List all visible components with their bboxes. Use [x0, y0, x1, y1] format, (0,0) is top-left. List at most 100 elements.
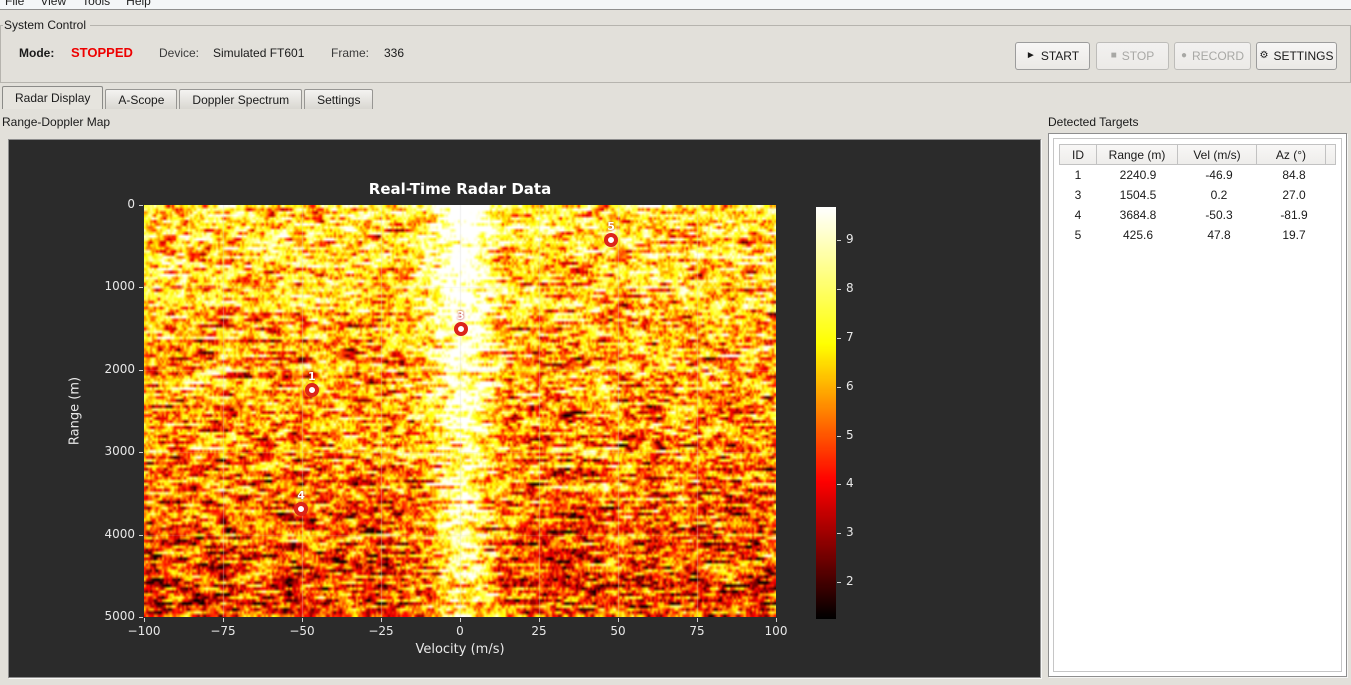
menu-item-file[interactable]: File — [5, 0, 24, 8]
x-tick-label: −25 — [368, 624, 394, 638]
colorbar-tick-label: 4 — [846, 476, 854, 491]
cell: 4 — [1074, 208, 1082, 222]
menu-item-view[interactable]: View — [40, 0, 66, 8]
cell: 5 — [1074, 228, 1082, 242]
y-tick-label: 2000 — [104, 361, 135, 376]
targets-table-header: ID Range (m) Vel (m/s) Az (°) — [1059, 144, 1336, 165]
mode-label: Mode: — [19, 46, 55, 60]
play-icon: ► — [1025, 50, 1036, 61]
tab-bar: Radar Display A-Scope Doppler Spectrum Sett… — [2, 86, 375, 109]
menu-item-help[interactable]: Help — [126, 0, 151, 8]
cell: 19.7 — [1282, 228, 1306, 242]
cell: 47.8 — [1207, 228, 1231, 242]
targets-table-body: 1 2240.9 -46.9 84.8 3 1504.5 0.2 27.0 4 3684.8 -50… — [1059, 165, 1336, 245]
record-button[interactable]: ● RECORD — [1174, 42, 1251, 70]
cell: 1504.5 — [1119, 188, 1157, 202]
target-marker-1 — [304, 382, 319, 397]
cell: 2240.9 — [1119, 168, 1157, 182]
target-marker-label: 1 — [307, 369, 316, 383]
x-tick-label: 50 — [610, 624, 626, 638]
x-tick-mark — [381, 618, 382, 622]
range-doppler-plot-panel: Real-Time Radar Data Range (m) Velocity … — [8, 139, 1041, 678]
x-tick-mark — [460, 618, 461, 622]
x-tick-label: 75 — [689, 624, 705, 638]
x-tick-label: 0 — [456, 624, 464, 638]
tab-a-scope[interactable]: A-Scope — [105, 89, 178, 109]
tab-radar-display[interactable]: Radar Display — [2, 86, 104, 109]
colorbar-tick-mark — [837, 533, 841, 535]
table-row-target-5[interactable]: 5 425.6 47.8 19.7 — [1059, 225, 1336, 245]
y-tick-label: 4000 — [104, 526, 135, 541]
colorbar-tick-label: 5 — [846, 427, 854, 442]
settings-button[interactable]: ⚙ SETTINGS — [1256, 42, 1337, 70]
menu-bar: File View Tools Help — [0, 0, 1351, 10]
colorbar-tick-label: 7 — [846, 329, 854, 344]
x-tick-mark — [144, 618, 145, 622]
range-doppler-map-label: Range-Doppler Map — [2, 115, 111, 129]
stop-button-label: STOP — [1121, 49, 1155, 63]
cell: 425.6 — [1122, 228, 1154, 242]
y-tick-label: 3000 — [104, 444, 135, 459]
heatmap-plot-area: 1 3 4 5 — [144, 205, 776, 617]
cell: 1 — [1074, 168, 1082, 182]
tab-settings[interactable]: Settings — [304, 89, 374, 109]
table-row-target-1[interactable]: 1 2240.9 -46.9 84.8 — [1059, 165, 1336, 185]
colorbar-tick-mark — [837, 239, 841, 241]
system-control-label: System Control — [3, 18, 91, 32]
colorbar-tick-mark — [837, 484, 841, 486]
y-tick-mark — [139, 287, 143, 289]
record-button-label: RECORD — [1192, 49, 1245, 63]
column-header-c1[interactable]: Range (m) — [1096, 144, 1178, 165]
column-header-c2[interactable]: Vel (m/s) — [1177, 144, 1257, 165]
colorbar-tick-label: 2 — [846, 574, 854, 589]
range-doppler-heatmap — [144, 205, 776, 617]
colorbar-tick-mark — [837, 386, 841, 388]
targets-table-frame: ID Range (m) Vel (m/s) Az (°) 1 2240.9 -46.9 8… — [1053, 138, 1342, 672]
colorbar-tick-label: 8 — [846, 280, 854, 295]
tab-doppler-spectrum[interactable]: Doppler Spectrum — [179, 89, 303, 109]
cell: 84.8 — [1282, 168, 1306, 182]
radar-app-window: { "menu": { "items": ["File", "View", "T… — [0, 0, 1351, 685]
y-tick-mark — [139, 369, 143, 371]
y-tick-mark — [139, 205, 143, 206]
table-row-target-4[interactable]: 4 3684.8 -50.3 -81.9 — [1059, 205, 1336, 225]
x-tick-mark — [539, 618, 540, 622]
colorbar-tick-mark — [837, 435, 841, 437]
stop-button[interactable]: ■ STOP — [1096, 42, 1169, 70]
menu-item-tools[interactable]: Tools — [82, 0, 110, 8]
x-tick-mark — [302, 618, 303, 622]
column-header-c0[interactable]: ID — [1059, 144, 1097, 165]
x-tick-label: 100 — [764, 624, 788, 638]
colorbar-tick-mark — [837, 288, 841, 290]
detected-targets-label: Detected Targets — [1048, 115, 1139, 129]
stop-icon: ■ — [1110, 50, 1117, 61]
target-marker-label: 4 — [297, 488, 305, 502]
y-tick-mark — [139, 617, 143, 618]
frame-value: 336 — [384, 46, 405, 60]
target-marker-5 — [604, 233, 619, 248]
start-button[interactable]: ► START — [1015, 42, 1090, 70]
y-tick-label: 1000 — [104, 279, 135, 294]
colorbar-tick-label: 9 — [846, 231, 854, 246]
table-row-target-3[interactable]: 3 1504.5 0.2 27.0 — [1059, 185, 1336, 205]
y-tick-label: 0 — [127, 197, 135, 211]
column-header-filler — [1325, 144, 1336, 165]
cell: -50.3 — [1205, 208, 1233, 222]
target-marker-label: 5 — [607, 220, 615, 234]
menu-items: File View Tools Help — [5, 0, 151, 8]
x-tick-mark — [618, 618, 619, 622]
x-tick-mark — [697, 618, 698, 622]
device-value: Simulated FT601 — [213, 46, 305, 60]
cell: -81.9 — [1280, 208, 1308, 222]
x-tick-mark — [223, 618, 224, 622]
target-marker-3 — [453, 321, 468, 336]
y-tick-label: 5000 — [104, 609, 135, 623]
x-tick-label: −100 — [127, 624, 161, 638]
column-header-c3[interactable]: Az (°) — [1256, 144, 1326, 165]
mode-status-value: STOPPED — [71, 45, 133, 60]
colorbar-tick-label: 6 — [846, 378, 854, 393]
colorbar-tick-label: 3 — [846, 525, 854, 540]
cell: 3684.8 — [1119, 208, 1157, 222]
record-icon: ● — [1180, 50, 1188, 61]
x-axis-label: Velocity (m/s) — [415, 642, 505, 657]
